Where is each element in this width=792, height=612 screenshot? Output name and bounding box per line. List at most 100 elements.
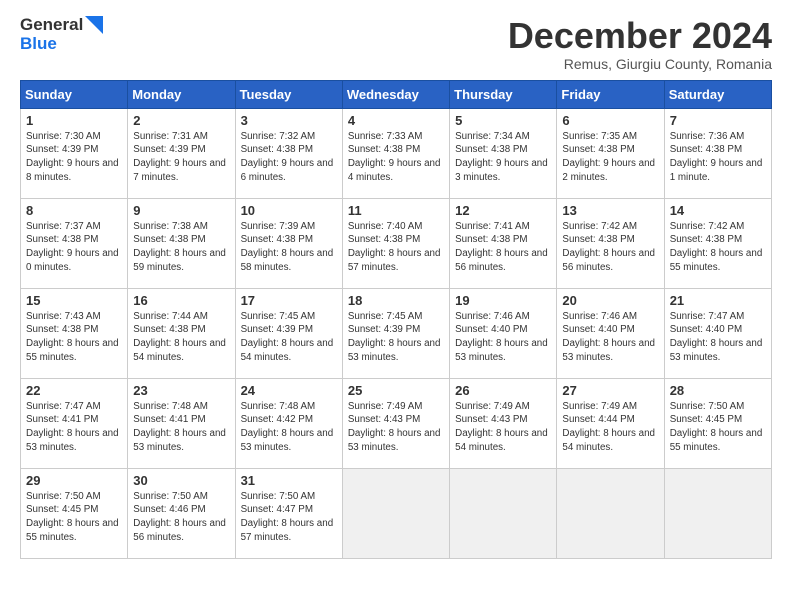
calendar-day: 22 Sunrise: 7:47 AMSunset: 4:41 PMDaylig… <box>21 378 128 468</box>
day-info: Sunrise: 7:50 AMSunset: 4:45 PMDaylight:… <box>26 490 122 545</box>
day-number: 3 <box>241 113 337 128</box>
day-info: Sunrise: 7:44 AMSunset: 4:38 PMDaylight:… <box>133 310 229 365</box>
calendar-day <box>342 468 449 558</box>
calendar-day: 4 Sunrise: 7:33 AMSunset: 4:38 PMDayligh… <box>342 108 449 198</box>
calendar-day: 8 Sunrise: 7:37 AMSunset: 4:38 PMDayligh… <box>21 198 128 288</box>
calendar-day <box>664 468 771 558</box>
calendar-day: 18 Sunrise: 7:45 AMSunset: 4:39 PMDaylig… <box>342 288 449 378</box>
week-row-4: 22 Sunrise: 7:47 AMSunset: 4:41 PMDaylig… <box>21 378 772 468</box>
day-info: Sunrise: 7:32 AMSunset: 4:38 PMDaylight:… <box>241 130 337 185</box>
calendar-day: 6 Sunrise: 7:35 AMSunset: 4:38 PMDayligh… <box>557 108 664 198</box>
calendar-day: 27 Sunrise: 7:49 AMSunset: 4:44 PMDaylig… <box>557 378 664 468</box>
week-row-2: 8 Sunrise: 7:37 AMSunset: 4:38 PMDayligh… <box>21 198 772 288</box>
week-row-1: 1 Sunrise: 7:30 AMSunset: 4:39 PMDayligh… <box>21 108 772 198</box>
day-info: Sunrise: 7:50 AMSunset: 4:46 PMDaylight:… <box>133 490 229 545</box>
subtitle: Remus, Giurgiu County, Romania <box>508 56 772 72</box>
day-info: Sunrise: 7:50 AMSunset: 4:45 PMDaylight:… <box>670 400 766 455</box>
day-number: 1 <box>26 113 122 128</box>
calendar-day: 20 Sunrise: 7:46 AMSunset: 4:40 PMDaylig… <box>557 288 664 378</box>
day-info: Sunrise: 7:35 AMSunset: 4:38 PMDaylight:… <box>562 130 658 185</box>
calendar-day: 15 Sunrise: 7:43 AMSunset: 4:38 PMDaylig… <box>21 288 128 378</box>
calendar-day: 24 Sunrise: 7:48 AMSunset: 4:42 PMDaylig… <box>235 378 342 468</box>
calendar-day: 10 Sunrise: 7:39 AMSunset: 4:38 PMDaylig… <box>235 198 342 288</box>
calendar-day <box>450 468 557 558</box>
calendar-day: 30 Sunrise: 7:50 AMSunset: 4:46 PMDaylig… <box>128 468 235 558</box>
day-number: 29 <box>26 473 122 488</box>
day-header-saturday: Saturday <box>664 80 771 108</box>
day-info: Sunrise: 7:43 AMSunset: 4:38 PMDaylight:… <box>26 310 122 365</box>
day-info: Sunrise: 7:31 AMSunset: 4:39 PMDaylight:… <box>133 130 229 185</box>
day-number: 26 <box>455 383 551 398</box>
day-number: 28 <box>670 383 766 398</box>
calendar-table: SundayMondayTuesdayWednesdayThursdayFrid… <box>20 80 772 559</box>
day-info: Sunrise: 7:50 AMSunset: 4:47 PMDaylight:… <box>241 490 337 545</box>
calendar-day: 26 Sunrise: 7:49 AMSunset: 4:43 PMDaylig… <box>450 378 557 468</box>
header: General Blue December 2024 Remus, Giurgi… <box>20 16 772 72</box>
logo-general: General <box>20 16 83 35</box>
day-info: Sunrise: 7:47 AMSunset: 4:41 PMDaylight:… <box>26 400 122 455</box>
week-row-5: 29 Sunrise: 7:50 AMSunset: 4:45 PMDaylig… <box>21 468 772 558</box>
day-number: 6 <box>562 113 658 128</box>
day-info: Sunrise: 7:45 AMSunset: 4:39 PMDaylight:… <box>241 310 337 365</box>
calendar-day: 29 Sunrise: 7:50 AMSunset: 4:45 PMDaylig… <box>21 468 128 558</box>
day-header-monday: Monday <box>128 80 235 108</box>
day-info: Sunrise: 7:33 AMSunset: 4:38 PMDaylight:… <box>348 130 444 185</box>
day-info: Sunrise: 7:36 AMSunset: 4:38 PMDaylight:… <box>670 130 766 185</box>
calendar-day: 3 Sunrise: 7:32 AMSunset: 4:38 PMDayligh… <box>235 108 342 198</box>
day-number: 17 <box>241 293 337 308</box>
day-info: Sunrise: 7:49 AMSunset: 4:44 PMDaylight:… <box>562 400 658 455</box>
day-info: Sunrise: 7:42 AMSunset: 4:38 PMDaylight:… <box>670 220 766 275</box>
day-number: 8 <box>26 203 122 218</box>
calendar-day: 12 Sunrise: 7:41 AMSunset: 4:38 PMDaylig… <box>450 198 557 288</box>
calendar-day: 19 Sunrise: 7:46 AMSunset: 4:40 PMDaylig… <box>450 288 557 378</box>
calendar-day: 2 Sunrise: 7:31 AMSunset: 4:39 PMDayligh… <box>128 108 235 198</box>
day-info: Sunrise: 7:42 AMSunset: 4:38 PMDaylight:… <box>562 220 658 275</box>
day-number: 19 <box>455 293 551 308</box>
day-info: Sunrise: 7:39 AMSunset: 4:38 PMDaylight:… <box>241 220 337 275</box>
day-number: 7 <box>670 113 766 128</box>
logo-arrow <box>85 16 103 34</box>
day-header-tuesday: Tuesday <box>235 80 342 108</box>
day-number: 18 <box>348 293 444 308</box>
day-info: Sunrise: 7:49 AMSunset: 4:43 PMDaylight:… <box>348 400 444 455</box>
day-number: 25 <box>348 383 444 398</box>
calendar-day: 5 Sunrise: 7:34 AMSunset: 4:38 PMDayligh… <box>450 108 557 198</box>
day-number: 4 <box>348 113 444 128</box>
calendar-day: 23 Sunrise: 7:48 AMSunset: 4:41 PMDaylig… <box>128 378 235 468</box>
calendar-day: 16 Sunrise: 7:44 AMSunset: 4:38 PMDaylig… <box>128 288 235 378</box>
day-info: Sunrise: 7:34 AMSunset: 4:38 PMDaylight:… <box>455 130 551 185</box>
day-info: Sunrise: 7:48 AMSunset: 4:41 PMDaylight:… <box>133 400 229 455</box>
day-info: Sunrise: 7:46 AMSunset: 4:40 PMDaylight:… <box>455 310 551 365</box>
month-title: December 2024 <box>508 16 772 56</box>
day-info: Sunrise: 7:47 AMSunset: 4:40 PMDaylight:… <box>670 310 766 365</box>
day-info: Sunrise: 7:41 AMSunset: 4:38 PMDaylight:… <box>455 220 551 275</box>
day-info: Sunrise: 7:37 AMSunset: 4:38 PMDaylight:… <box>26 220 122 275</box>
calendar-day <box>557 468 664 558</box>
day-number: 24 <box>241 383 337 398</box>
calendar-day: 7 Sunrise: 7:36 AMSunset: 4:38 PMDayligh… <box>664 108 771 198</box>
day-number: 10 <box>241 203 337 218</box>
day-number: 15 <box>26 293 122 308</box>
day-number: 30 <box>133 473 229 488</box>
day-number: 16 <box>133 293 229 308</box>
day-header-sunday: Sunday <box>21 80 128 108</box>
day-info: Sunrise: 7:30 AMSunset: 4:39 PMDaylight:… <box>26 130 122 185</box>
day-number: 12 <box>455 203 551 218</box>
logo-blue: Blue <box>20 35 57 54</box>
day-info: Sunrise: 7:40 AMSunset: 4:38 PMDaylight:… <box>348 220 444 275</box>
calendar-day: 14 Sunrise: 7:42 AMSunset: 4:38 PMDaylig… <box>664 198 771 288</box>
calendar-day: 17 Sunrise: 7:45 AMSunset: 4:39 PMDaylig… <box>235 288 342 378</box>
day-number: 9 <box>133 203 229 218</box>
calendar-day: 11 Sunrise: 7:40 AMSunset: 4:38 PMDaylig… <box>342 198 449 288</box>
calendar-day: 9 Sunrise: 7:38 AMSunset: 4:38 PMDayligh… <box>128 198 235 288</box>
day-number: 11 <box>348 203 444 218</box>
title-area: December 2024 Remus, Giurgiu County, Rom… <box>508 16 772 72</box>
header-row: SundayMondayTuesdayWednesdayThursdayFrid… <box>21 80 772 108</box>
calendar-day: 21 Sunrise: 7:47 AMSunset: 4:40 PMDaylig… <box>664 288 771 378</box>
day-info: Sunrise: 7:48 AMSunset: 4:42 PMDaylight:… <box>241 400 337 455</box>
calendar-day: 25 Sunrise: 7:49 AMSunset: 4:43 PMDaylig… <box>342 378 449 468</box>
day-info: Sunrise: 7:38 AMSunset: 4:38 PMDaylight:… <box>133 220 229 275</box>
day-number: 2 <box>133 113 229 128</box>
day-number: 13 <box>562 203 658 218</box>
week-row-3: 15 Sunrise: 7:43 AMSunset: 4:38 PMDaylig… <box>21 288 772 378</box>
